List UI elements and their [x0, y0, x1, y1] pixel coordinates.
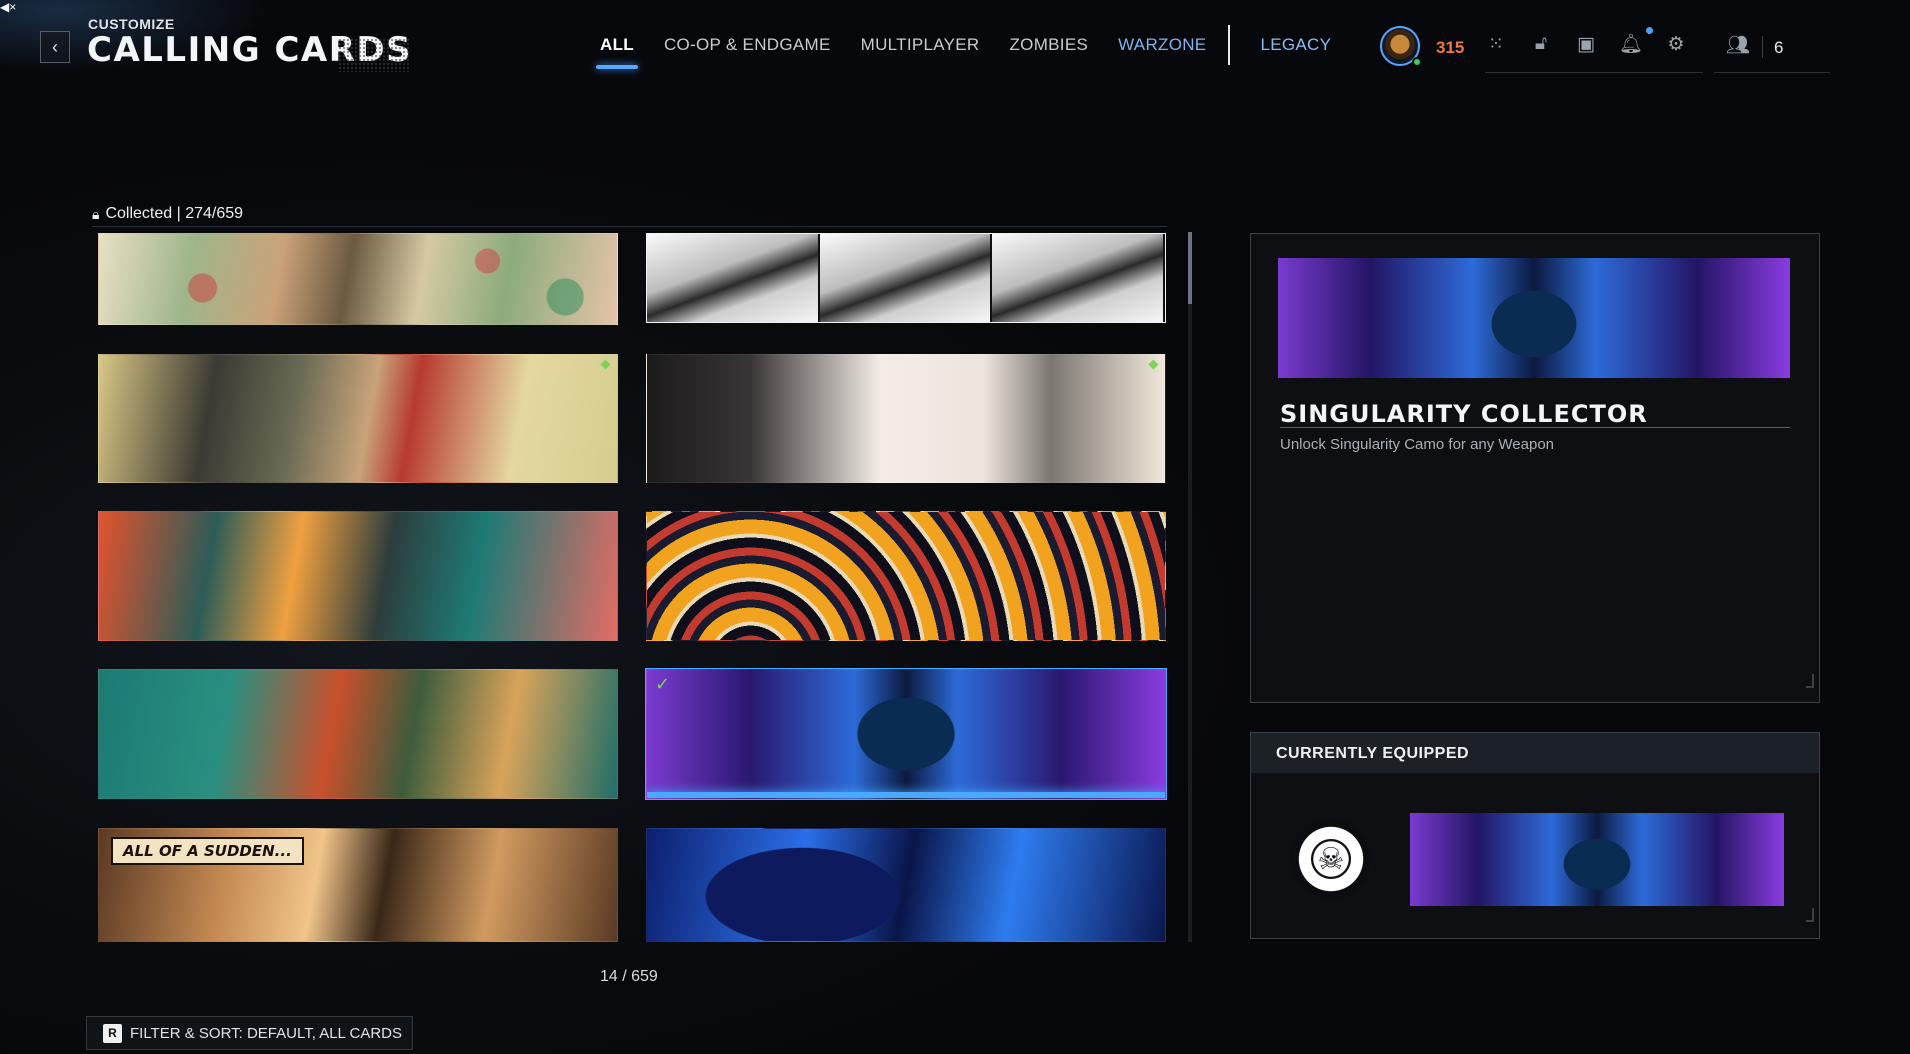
friends-count: 6: [1774, 38, 1784, 57]
chevron-left-icon: ‹: [52, 36, 58, 57]
collected-count: Collected | 274/659: [105, 205, 244, 222]
card-garden-soldier[interactable]: [98, 233, 618, 325]
card-all-of-a-sudden[interactable]: ALL OF A SUDDEN...: [98, 828, 618, 942]
header-icon-bar: ⁙ 🔓︎ ▣ 🔔︎ ⚙: [1484, 32, 1688, 56]
card-panel: [819, 234, 993, 322]
new-indicator-icon: [1148, 359, 1159, 370]
tab-separator: [1228, 25, 1231, 65]
equipped-calling-card[interactable]: [1410, 813, 1784, 906]
card-caption: ALL OF A SUDDEN...: [111, 837, 304, 865]
friends-icon[interactable]: 👥︎: [1726, 33, 1750, 57]
notification-dot: [1646, 27, 1653, 34]
apps-grid-icon[interactable]: ⁙: [1484, 32, 1508, 56]
panel-corner-mark: [1806, 674, 1814, 688]
tab-all[interactable]: ALL: [596, 35, 638, 69]
card-bearded-soldier[interactable]: [98, 669, 618, 799]
card-black-white-soldiers[interactable]: [646, 233, 1166, 323]
category-tabs: ALL CO-OP & ENDGAME MULTIPLAYER ZOMBIES …: [596, 25, 1361, 69]
system-mute-icon: ◀×: [0, 0, 17, 14]
card-panel: [992, 234, 1165, 322]
card-singularity-collector[interactable]: ✓: [646, 669, 1166, 799]
equipped-check-icon: ✓: [655, 674, 671, 694]
equipped-title: CURRENTLY EQUIPPED: [1276, 745, 1470, 762]
tab-legacy[interactable]: LEGACY: [1260, 35, 1331, 55]
filter-sort-button[interactable]: R FILTER & SORT: DEFAULT, ALL CARDS: [86, 1016, 413, 1050]
store-icon[interactable]: ▣: [1574, 32, 1598, 56]
header-underline-friends: [1714, 72, 1830, 73]
header-underline: [1485, 72, 1703, 73]
detail-title: SINGULARITY COLLECTOR: [1280, 400, 1648, 428]
title-decoration: [338, 38, 410, 72]
detail-card-preview: [1278, 258, 1790, 378]
card-tribal-pattern[interactable]: [646, 511, 1166, 641]
detail-description: Unlock Singularity Camo for any Weapon: [1280, 436, 1555, 453]
tab-multiplayer[interactable]: MULTIPLAYER: [861, 35, 980, 55]
collected-divider: [92, 226, 1167, 227]
bell-icon[interactable]: 🔔︎: [1619, 32, 1643, 56]
unlock-icon[interactable]: 🔓︎: [1529, 32, 1553, 56]
equipped-emblem[interactable]: ☠: [1290, 818, 1372, 900]
tab-zombies[interactable]: ZOMBIES: [1009, 35, 1088, 55]
card-cat-pigeons[interactable]: [646, 354, 1166, 483]
grid-scroll-thumb[interactable]: [1188, 232, 1192, 304]
detail-divider: [1280, 427, 1790, 428]
tab-warzone[interactable]: WARZONE: [1118, 35, 1206, 55]
gear-icon[interactable]: ⚙: [1664, 32, 1688, 56]
filter-sort-label: FILTER & SORT: DEFAULT, ALL CARDS: [130, 1024, 403, 1042]
panel-corner-mark: [1806, 908, 1814, 922]
selected-indicator: [647, 792, 1165, 798]
new-indicator-icon: [600, 359, 611, 370]
collected-label: 🔒︎ Collected | 274/659: [92, 205, 243, 223]
card-rocket-soldier[interactable]: [98, 511, 618, 641]
page-counter: 14 / 659: [600, 968, 658, 985]
keybind-r-icon: R: [103, 1023, 122, 1043]
tab-coop-endgame[interactable]: CO-OP & ENDGAME: [664, 35, 831, 55]
friends-separator: [1762, 36, 1763, 58]
card-panel: [647, 234, 820, 322]
back-button[interactable]: ‹: [40, 31, 70, 63]
card-blue-warrior[interactable]: [646, 828, 1166, 942]
player-level: 315: [1436, 38, 1465, 57]
skull-icon: ☠: [1317, 842, 1345, 876]
card-old-soldier-mirror[interactable]: [98, 354, 618, 483]
online-status-dot: [1412, 57, 1422, 67]
lock-icon: 🔒︎: [92, 205, 100, 222]
grid-scrollbar[interactable]: [1188, 232, 1192, 942]
